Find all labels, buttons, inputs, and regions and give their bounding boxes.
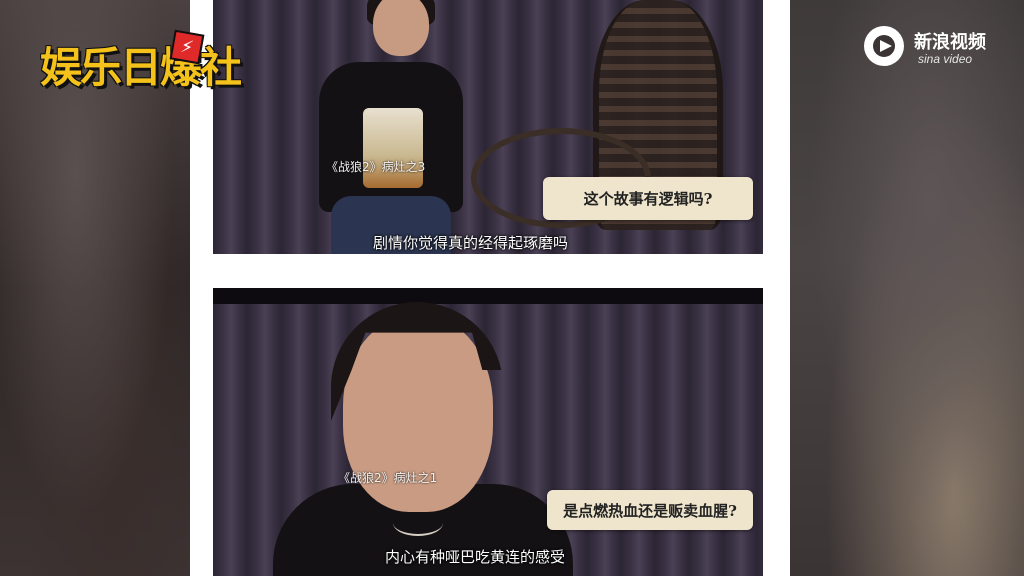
question-caption: 是点燃热血还是贩卖血腥? [547, 490, 753, 530]
subtitle: 剧情你觉得真的经得起琢磨吗 [373, 234, 569, 252]
logo-subtitle: sina video [918, 52, 973, 66]
subtitle: 内心有种哑巴吃黄连的感受 [385, 548, 566, 566]
blurred-background-right [790, 0, 1024, 576]
video-frame-bottom [213, 288, 763, 576]
yule-ribaoshe-logo: 娱乐日爆社 ⚡ [40, 28, 242, 100]
tshirt-print [363, 108, 423, 188]
question-caption: 这个故事有逻辑吗? [543, 177, 753, 220]
episode-tag: 《战狼2》病灶之1 [338, 471, 438, 485]
episode-tag: 《战狼2》病灶之3 [326, 160, 426, 174]
logo-title: 新浪视频 [914, 32, 986, 53]
necklace [393, 510, 443, 536]
sina-video-logo: 新浪视频 sina video [862, 20, 1002, 70]
lightning-icon: ⚡ [169, 29, 205, 65]
logo-text: 娱乐日爆社 [40, 42, 242, 92]
weibo-eye-icon [864, 26, 904, 66]
face [373, 0, 429, 56]
